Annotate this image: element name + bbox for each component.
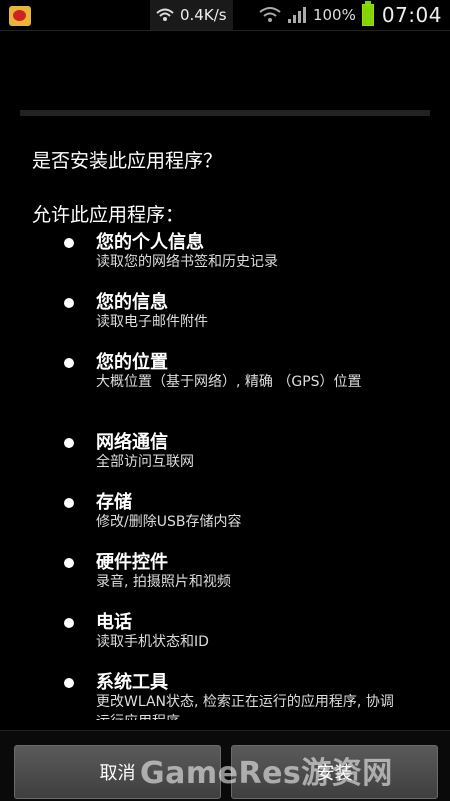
clock: 07:04 bbox=[381, 3, 442, 27]
bullet-icon bbox=[64, 558, 74, 568]
permission-desc: 读取您的网络书签和历史记录 bbox=[96, 254, 278, 270]
permission-title: 电话 bbox=[96, 612, 132, 633]
permission-desc: 大概位置（基于网络）, 精确 （GPS）位置 bbox=[96, 374, 362, 390]
battery-icon bbox=[361, 1, 374, 26]
cell-signal-icon bbox=[287, 7, 306, 23]
weibo-icon bbox=[9, 6, 31, 26]
wifi-icon bbox=[259, 7, 281, 22]
bullet-icon bbox=[64, 498, 74, 508]
permission-title: 系统工具 bbox=[96, 672, 168, 693]
permission-title: 您的信息 bbox=[96, 292, 168, 313]
status-bar: 0.4K/s 100% 07:04 bbox=[0, 0, 450, 31]
permission-title: 您的位置 bbox=[96, 352, 168, 373]
permission-desc: 读取电子邮件附件 bbox=[96, 314, 208, 330]
permission-desc: 修改/删除USB存储内容 bbox=[96, 514, 242, 530]
permission-title: 您的个人信息 bbox=[96, 232, 204, 253]
network-speed: 0.4K/s bbox=[180, 6, 227, 24]
permission-title: 硬件控件 bbox=[96, 552, 168, 573]
permission-title: 网络通信 bbox=[96, 432, 168, 453]
bullet-icon bbox=[64, 298, 74, 308]
permission-desc: 录音, 拍摄照片和视频 bbox=[96, 574, 231, 590]
permission-title: 存储 bbox=[96, 492, 132, 513]
permission-desc: 全部访问互联网 bbox=[96, 454, 194, 470]
permission-list[interactable]: 您的个人信息 读取您的网络书签和历史记录 您的信息 读取电子邮件附件 您的位置 … bbox=[0, 228, 450, 720]
bullet-icon bbox=[64, 618, 74, 628]
bullet-icon bbox=[64, 438, 74, 448]
wifi-updown-icon bbox=[156, 8, 174, 21]
bullet-icon bbox=[64, 678, 74, 688]
install-question: 是否安装此应用程序？ bbox=[32, 150, 223, 172]
allow-label: 允许此应用程序： bbox=[32, 204, 185, 226]
permission-desc: 读取手机状态和ID bbox=[96, 634, 209, 650]
network-indicator: 0.4K/s bbox=[150, 0, 233, 30]
watermark: GameRes游资网 bbox=[140, 756, 393, 791]
battery-percent: 100% bbox=[312, 6, 356, 24]
dialog-top-divider bbox=[20, 110, 430, 116]
permission-desc: 更改WLAN状态, 检索正在运行的应用程序, 协调运行应用程序 bbox=[96, 694, 394, 720]
bullet-icon bbox=[64, 358, 74, 368]
bullet-icon bbox=[64, 238, 74, 248]
